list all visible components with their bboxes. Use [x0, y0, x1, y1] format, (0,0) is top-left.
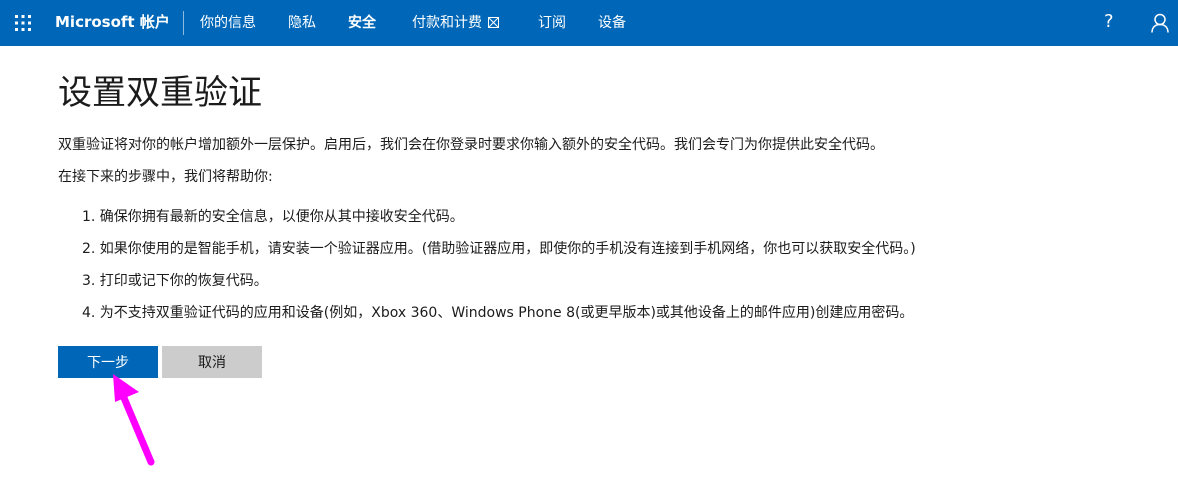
page-title: 设置双重验证: [58, 73, 262, 113]
step-4: 4. 为不支持双重验证代码的应用和设备(例如，Xbox 360、Windows …: [82, 305, 914, 321]
nav-security[interactable]: 安全: [348, 13, 376, 33]
step-2: 2. 如果你使用的是智能手机，请安装一个验证器应用。(借助验证器应用，即使你的手…: [82, 241, 916, 257]
help-icon[interactable]: ?: [1104, 11, 1114, 33]
nav-payment-billing[interactable]: 付款和计费: [412, 13, 499, 33]
header-divider: [183, 11, 184, 35]
nav-privacy[interactable]: 隐私: [288, 13, 316, 33]
nav-devices[interactable]: 设备: [598, 13, 626, 33]
next-button[interactable]: 下一步: [58, 346, 158, 378]
step-1: 1. 确保你拥有最新的安全信息，以便你从其中接收安全代码。: [82, 209, 464, 225]
nav-subscriptions[interactable]: 订阅: [538, 13, 566, 33]
intro-text: 双重验证将对你的帐户增加额外一层保护。启用后，我们会在你登录时要求你输入额外的安…: [58, 137, 884, 153]
account-icon[interactable]: [1150, 13, 1170, 33]
lead-text: 在接下来的步骤中，我们将帮助你:: [58, 169, 273, 185]
top-navigation-bar: Microsoft 帐户 你的信息 隐私 安全 付款和计费 订阅 设备 ?: [0, 0, 1178, 46]
nav-payment-billing-label: 付款和计费: [412, 15, 482, 31]
cancel-button[interactable]: 取消: [162, 346, 262, 378]
step-3: 3. 打印或记下你的恢复代码。: [82, 273, 268, 289]
nav-your-info[interactable]: 你的信息: [200, 13, 256, 33]
app-launcher-icon[interactable]: [15, 15, 31, 31]
brand-title[interactable]: Microsoft 帐户: [55, 12, 170, 32]
pointer-arrow-icon: [113, 374, 155, 466]
external-link-icon: [488, 17, 499, 28]
